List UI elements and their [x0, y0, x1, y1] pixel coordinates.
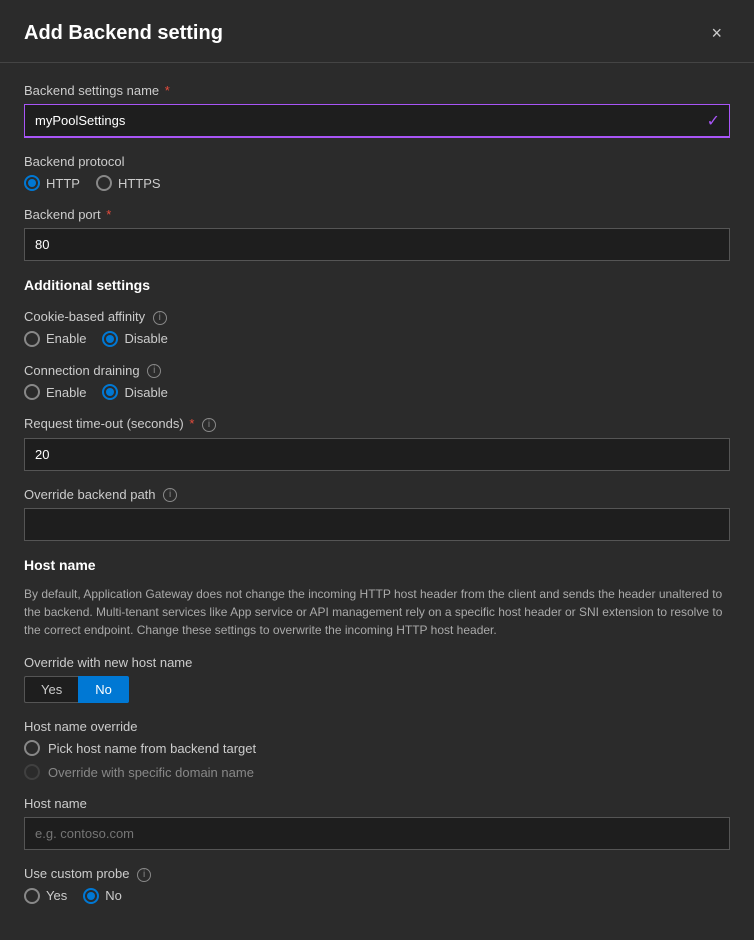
protocol-http-item[interactable]: HTTP [24, 175, 80, 191]
backend-settings-name-input[interactable] [24, 104, 730, 138]
use-custom-probe-label: Use custom probe i [24, 866, 730, 882]
override-backend-path-input[interactable] [24, 508, 730, 541]
backend-port-required: * [106, 207, 111, 222]
hostname-specific-domain-item[interactable]: Override with specific domain name [24, 764, 730, 780]
use-custom-probe-group: Use custom probe i Yes No [24, 866, 730, 904]
custom-probe-yes-label: Yes [46, 888, 67, 903]
panel-header: Add Backend setting × [0, 0, 754, 63]
connection-draining-label: Connection draining i [24, 363, 730, 379]
request-timeout-required: * [189, 416, 194, 431]
connection-draining-disable-item[interactable]: Disable [102, 384, 167, 400]
connection-draining-enable-label: Enable [46, 385, 86, 400]
custom-probe-no-item[interactable]: No [83, 888, 122, 904]
panel-title: Add Backend setting [24, 22, 223, 45]
cookie-affinity-group: Cookie-based affinity i Enable Disable [24, 309, 730, 347]
hostname-specific-domain-label: Override with specific domain name [48, 765, 254, 780]
hostname-override-label: Host name override [24, 719, 730, 734]
backend-settings-name-label: Backend settings name * [24, 83, 730, 98]
connection-draining-enable-radio[interactable] [24, 384, 40, 400]
override-backend-path-group: Override backend path i [24, 487, 730, 542]
cookie-affinity-radio-group: Enable Disable [24, 331, 730, 347]
override-backend-path-label: Override backend path i [24, 487, 730, 503]
use-custom-probe-radio-group: Yes No [24, 888, 730, 904]
backend-protocol-group: Backend protocol HTTP HTTPS [24, 154, 730, 191]
cookie-affinity-enable-label: Enable [46, 331, 86, 346]
connection-draining-enable-item[interactable]: Enable [24, 384, 86, 400]
protocol-https-item[interactable]: HTTPS [96, 175, 161, 191]
cookie-affinity-enable-radio[interactable] [24, 331, 40, 347]
host-name-input[interactable] [24, 817, 730, 850]
host-name-section: Host name By default, Application Gatewa… [24, 557, 730, 639]
use-custom-probe-info-icon[interactable]: i [137, 868, 151, 882]
backend-port-input[interactable] [24, 228, 730, 261]
backend-port-label: Backend port * [24, 207, 730, 222]
backend-settings-name-group: Backend settings name * ✓ [24, 83, 730, 138]
cookie-affinity-disable-radio[interactable] [102, 331, 118, 347]
input-checkmark-icon: ✓ [707, 111, 720, 131]
override-backend-path-info-icon[interactable]: i [163, 488, 177, 502]
custom-probe-no-radio[interactable] [83, 888, 99, 904]
protocol-http-label: HTTP [46, 176, 80, 191]
request-timeout-label: Request time-out (seconds) * i [24, 416, 730, 432]
override-new-hostname-group: Override with new host name Yes No [24, 655, 730, 703]
hostname-specific-domain-radio[interactable] [24, 764, 40, 780]
backend-port-group: Backend port * [24, 207, 730, 261]
additional-settings-section: Additional settings [24, 277, 730, 293]
connection-draining-disable-label: Disable [124, 385, 167, 400]
host-name-input-group: Host name [24, 796, 730, 850]
hostname-pick-backend-label: Pick host name from backend target [48, 741, 256, 756]
override-hostname-yes-button[interactable]: Yes [24, 676, 78, 703]
cookie-affinity-label: Cookie-based affinity i [24, 309, 730, 325]
hostname-override-radio-stacked: Pick host name from backend target Overr… [24, 740, 730, 780]
cookie-affinity-disable-item[interactable]: Disable [102, 331, 167, 347]
protocol-http-radio[interactable] [24, 175, 40, 191]
request-timeout-info-icon[interactable]: i [202, 418, 216, 432]
hostname-pick-backend-item[interactable]: Pick host name from backend target [24, 740, 730, 756]
host-name-heading: Host name [24, 557, 730, 573]
override-hostname-no-button[interactable]: No [78, 676, 129, 703]
cookie-affinity-disable-label: Disable [124, 331, 167, 346]
connection-draining-radio-group: Enable Disable [24, 384, 730, 400]
panel-body: Backend settings name * ✓ Backend protoc… [0, 63, 754, 940]
request-timeout-input[interactable] [24, 438, 730, 471]
additional-settings-heading: Additional settings [24, 277, 730, 293]
connection-draining-group: Connection draining i Enable Disable [24, 363, 730, 401]
host-name-description: By default, Application Gateway does not… [24, 585, 730, 639]
hostname-override-group: Host name override Pick host name from b… [24, 719, 730, 780]
required-marker: * [165, 83, 170, 98]
connection-draining-disable-radio[interactable] [102, 384, 118, 400]
request-timeout-group: Request time-out (seconds) * i [24, 416, 730, 471]
backend-settings-name-input-wrapper: ✓ [24, 104, 730, 138]
hostname-pick-backend-radio[interactable] [24, 740, 40, 756]
custom-probe-yes-radio[interactable] [24, 888, 40, 904]
override-new-hostname-label: Override with new host name [24, 655, 730, 670]
custom-probe-no-label: No [105, 888, 122, 903]
cookie-affinity-info-icon[interactable]: i [153, 311, 167, 325]
cookie-affinity-enable-item[interactable]: Enable [24, 331, 86, 347]
close-button[interactable]: × [703, 20, 730, 46]
protocol-https-radio[interactable] [96, 175, 112, 191]
host-name-input-label: Host name [24, 796, 730, 811]
protocol-https-label: HTTPS [118, 176, 161, 191]
override-new-hostname-toggle: Yes No [24, 676, 730, 703]
connection-draining-info-icon[interactable]: i [147, 364, 161, 378]
backend-protocol-radio-group: HTTP HTTPS [24, 175, 730, 191]
add-backend-setting-panel: Add Backend setting × Backend settings n… [0, 0, 754, 940]
backend-protocol-label: Backend protocol [24, 154, 730, 169]
custom-probe-yes-item[interactable]: Yes [24, 888, 67, 904]
